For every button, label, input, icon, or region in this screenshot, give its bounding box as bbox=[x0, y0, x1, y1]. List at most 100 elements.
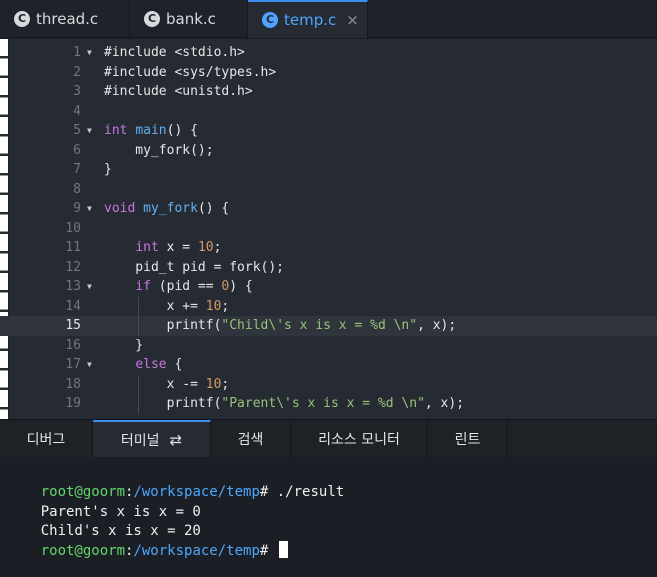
code-line[interactable]: 11 int x = 10; bbox=[0, 238, 657, 258]
code-line[interactable]: 17 ▼ else { bbox=[0, 355, 657, 375]
code-token: #include <stdio.h> bbox=[104, 45, 245, 60]
code-line[interactable]: 3 #include <unistd.h> bbox=[0, 82, 657, 102]
fold-arrow-icon[interactable]: ▼ bbox=[87, 355, 92, 375]
command-text bbox=[268, 543, 276, 559]
code-line[interactable]: 1 ▼ #include <stdio.h> bbox=[0, 43, 657, 63]
code-line[interactable]: 8 bbox=[0, 180, 657, 200]
command-text: ./result bbox=[268, 484, 345, 500]
c-file-icon: C bbox=[144, 11, 160, 27]
code-token: (pid == bbox=[150, 279, 222, 294]
code-line[interactable]: 5 ▼ int main() { bbox=[0, 121, 657, 141]
fold-arrow-icon[interactable]: ▼ bbox=[87, 121, 92, 141]
c-file-icon: C bbox=[262, 12, 278, 28]
refresh-icon[interactable]: ⇄ bbox=[170, 431, 183, 449]
editor-tab-bar: C thread.c C bank.c C temp.c × bbox=[0, 0, 657, 38]
line-number: 16 bbox=[65, 337, 81, 353]
code-line[interactable]: 15 printf("Child\'s x is x = %d \n", x); bbox=[0, 316, 657, 336]
code-token: x -= bbox=[104, 376, 206, 392]
tab-label: bank.c bbox=[166, 10, 216, 28]
code-token: void bbox=[104, 201, 136, 216]
terminal-output[interactable]: root@goorm:/workspace/temp# ./result Par… bbox=[0, 457, 657, 577]
tab-label: 검색 bbox=[237, 432, 264, 448]
terminal-line[interactable]: root@goorm:/workspace/temp# bbox=[7, 521, 288, 559]
code-token: int bbox=[104, 123, 128, 138]
line-number: 3 bbox=[73, 84, 81, 99]
terminal-line: Parent's x is x = 0 bbox=[7, 482, 201, 520]
code-token: ; bbox=[221, 298, 230, 314]
code-text: printf("Parent\'s x is x = %d \n", x); bbox=[104, 394, 464, 414]
code-line[interactable]: 14 x += 10; bbox=[0, 296, 657, 317]
code-text: } bbox=[104, 336, 143, 356]
code-text: if (pid == 0) { bbox=[104, 277, 252, 297]
code-text: #include <sys/types.h> bbox=[104, 63, 276, 83]
code-text: void my_fork() { bbox=[104, 199, 229, 219]
code-line[interactable]: 16 } bbox=[0, 336, 657, 356]
code-line[interactable]: 2 #include <sys/types.h> bbox=[0, 63, 657, 83]
code-line[interactable]: 4 bbox=[0, 102, 657, 122]
c-file-icon: C bbox=[14, 11, 30, 27]
code-token: ; bbox=[213, 240, 222, 255]
code-text: } bbox=[104, 160, 112, 180]
code-token: ; bbox=[221, 376, 230, 392]
tab-temp-c[interactable]: C temp.c × bbox=[248, 0, 368, 38]
code-line[interactable]: 6 my_fork(); bbox=[0, 141, 657, 161]
code-token: } bbox=[104, 337, 144, 353]
code-token: "Parent\'s x is x = %d \n" bbox=[221, 396, 425, 411]
code-token: x = bbox=[158, 240, 198, 255]
code-line[interactable]: 10 bbox=[0, 219, 657, 239]
code-token: () { bbox=[197, 201, 230, 216]
code-token: } bbox=[104, 162, 112, 177]
tab-label: 리소스 모니터 bbox=[318, 432, 400, 448]
line-number: 17 bbox=[65, 357, 81, 372]
prompt-path: /workspace/temp bbox=[133, 542, 260, 559]
code-text: my_fork(); bbox=[104, 141, 214, 161]
code-token: if bbox=[135, 279, 151, 294]
line-number: 15 bbox=[65, 318, 81, 333]
tab-search[interactable]: 검색 bbox=[211, 420, 291, 458]
tab-lint[interactable]: 린트 bbox=[428, 420, 508, 458]
code-token: { bbox=[166, 357, 183, 372]
code-token: , x); bbox=[424, 396, 465, 411]
tab-label: 디버그 bbox=[26, 432, 66, 448]
tab-thread-c[interactable]: C thread.c bbox=[0, 0, 130, 38]
code-editor[interactable]: 1 ▼ #include <stdio.h> 2 #include <sys/types… bbox=[0, 39, 657, 419]
code-line[interactable]: 18 x -= 10; bbox=[0, 374, 657, 395]
code-line[interactable]: 7} bbox=[0, 160, 657, 180]
tab-terminal[interactable]: 터미널 ⇄ bbox=[93, 420, 211, 458]
line-number: 13 bbox=[65, 279, 81, 294]
code-token: my_fork bbox=[143, 201, 198, 216]
prompt-user: root@goorm bbox=[40, 542, 126, 559]
line-number: 10 bbox=[65, 220, 81, 236]
terminal-line: root@goorm:/workspace/temp# ./result bbox=[7, 462, 344, 500]
terminal-cursor bbox=[278, 540, 288, 558]
line-number: 14 bbox=[65, 298, 81, 314]
code-line[interactable]: 19 printf("Parent\'s x is x = %d \n", x)… bbox=[0, 394, 657, 414]
tab-label: thread.c bbox=[36, 10, 99, 28]
code-text: x += 10; bbox=[104, 297, 230, 317]
code-token: #include <unistd.h> bbox=[104, 84, 253, 99]
tab-resource-monitor[interactable]: 리소스 모니터 bbox=[291, 420, 428, 458]
code-text: x -= 10; bbox=[104, 375, 230, 395]
code-line[interactable]: 9 ▼ void my_fork() { bbox=[0, 199, 657, 219]
tab-debug[interactable]: 디버그 bbox=[0, 420, 93, 458]
code-line[interactable]: 12 pid_t pid = fork(); bbox=[0, 258, 657, 278]
code-line[interactable]: 13 ▼ if (pid == 0) { bbox=[0, 277, 657, 297]
code-text: int x = 10; bbox=[104, 238, 221, 258]
code-token: 10 bbox=[197, 240, 214, 255]
line-number: 1 bbox=[73, 45, 81, 60]
panel-tab-bar: 디버그 터미널 ⇄ 검색 리소스 모니터 린트 bbox=[0, 419, 657, 458]
code-token: x += bbox=[104, 298, 206, 314]
tab-bank-c[interactable]: C bank.c bbox=[130, 0, 248, 38]
fold-arrow-icon[interactable]: ▼ bbox=[87, 277, 92, 297]
code-token: 10 bbox=[205, 298, 222, 314]
line-number: 7 bbox=[73, 162, 81, 177]
code-token: my_fork(); bbox=[104, 142, 214, 158]
code-token: else bbox=[135, 357, 167, 372]
close-icon[interactable]: × bbox=[346, 11, 359, 29]
line-number: 6 bbox=[73, 142, 81, 158]
tab-label: temp.c bbox=[284, 11, 337, 29]
fold-arrow-icon[interactable]: ▼ bbox=[87, 199, 92, 219]
fold-arrow-icon[interactable]: ▼ bbox=[87, 43, 92, 63]
code-token: printf( bbox=[104, 318, 222, 333]
